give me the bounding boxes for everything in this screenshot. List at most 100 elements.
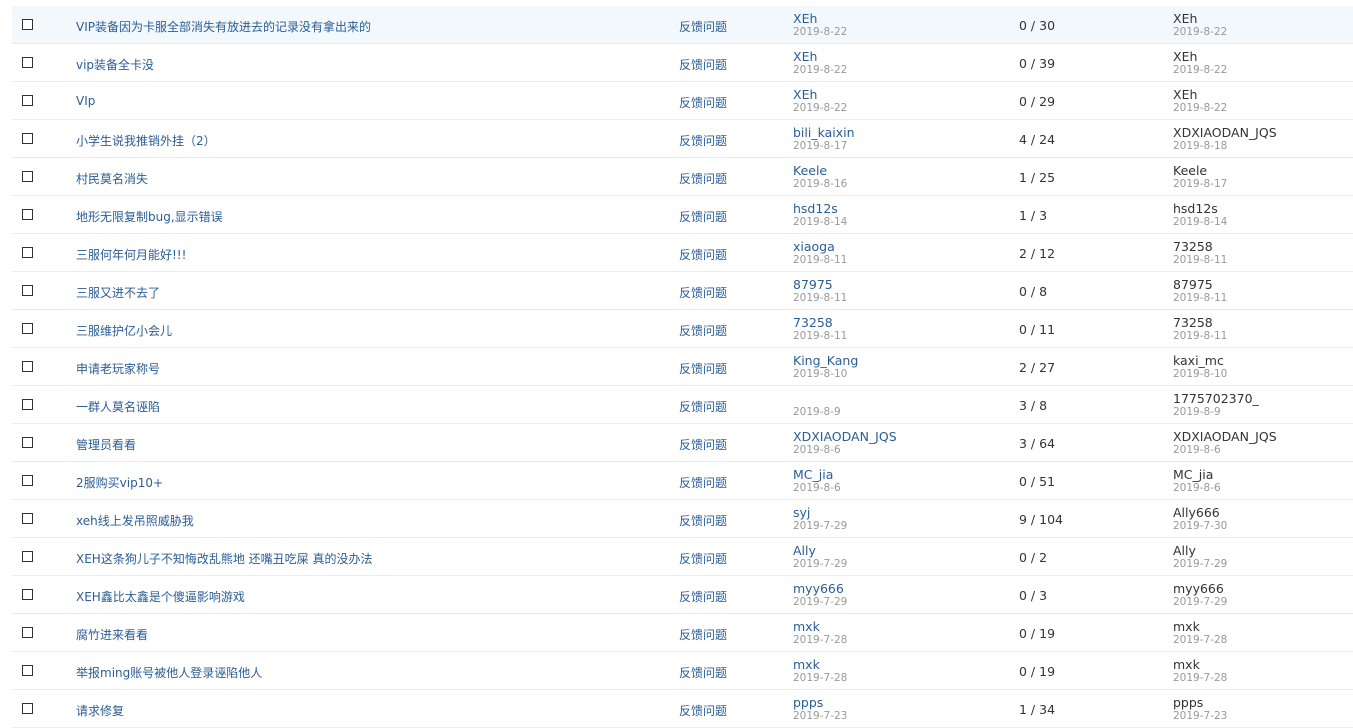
author-link[interactable]: 87975 [793, 278, 833, 292]
category-link[interactable]: 反馈问题 [679, 702, 727, 719]
select-checkbox[interactable] [22, 209, 33, 220]
select-checkbox[interactable] [22, 513, 33, 524]
select-checkbox[interactable] [22, 95, 33, 106]
select-checkbox[interactable] [22, 589, 33, 600]
author-link[interactable]: Ally [793, 544, 816, 558]
select-checkbox[interactable] [22, 133, 33, 144]
category-link[interactable]: 反馈问题 [679, 664, 727, 681]
thread-title-link[interactable]: 管理员看看 [76, 436, 136, 453]
category-link[interactable]: 反馈问题 [679, 284, 727, 301]
category-link[interactable]: 反馈问题 [679, 550, 727, 567]
category-link[interactable]: 反馈问题 [679, 18, 727, 35]
category-link[interactable]: 反馈问题 [679, 132, 727, 149]
category-link[interactable]: 反馈问题 [679, 208, 727, 225]
last-poster-link[interactable]: hsd12s [1173, 202, 1218, 216]
select-checkbox[interactable] [22, 285, 33, 296]
thread-title-link[interactable]: 腐竹进来看看 [76, 626, 148, 643]
thread-title-link[interactable]: 三服何年何月能好!!! [76, 246, 186, 263]
author-link[interactable]: bili_kaixin [793, 126, 855, 140]
last-poster-link[interactable]: XEh [1173, 12, 1197, 26]
select-checkbox[interactable] [22, 57, 33, 68]
category-link[interactable]: 反馈问题 [679, 170, 727, 187]
last-poster-link[interactable]: XEh [1173, 88, 1197, 102]
category-link[interactable]: 反馈问题 [679, 512, 727, 529]
last-poster-link[interactable]: MC_jia [1173, 468, 1213, 482]
thread-title-link[interactable]: 申请老玩家称号 [76, 360, 160, 377]
category-link[interactable]: 反馈问题 [679, 94, 727, 111]
last-poster-link[interactable]: myy666 [1173, 582, 1224, 596]
select-checkbox[interactable] [22, 171, 33, 182]
last-poster-link[interactable]: Ally666 [1173, 506, 1220, 520]
last-poster-link[interactable]: 1775702370_ [1173, 392, 1259, 406]
last-poster-link[interactable]: Ally [1173, 544, 1196, 558]
last-post-date: 2019-8-17 [1173, 178, 1228, 190]
thread-title-link[interactable]: vip装备全卡没 [76, 56, 154, 73]
thread-row: 举报ming账号被他人登录诬陷他人 反馈问题 mxk 2019-7-28 0 / 19 m… [12, 652, 1353, 690]
last-post-date: 2019-7-23 [1173, 710, 1228, 722]
select-checkbox[interactable] [22, 475, 33, 486]
category-link[interactable]: 反馈问题 [679, 436, 727, 453]
last-poster-link[interactable]: mxk [1173, 620, 1200, 634]
thread-title-link[interactable]: 举报ming账号被他人登录诬陷他人 [76, 664, 262, 681]
author-link[interactable]: ppps [793, 696, 823, 710]
author-link[interactable]: syj [793, 506, 810, 520]
category-link[interactable]: 反馈问题 [679, 626, 727, 643]
category-link[interactable]: 反馈问题 [679, 360, 727, 377]
thread-title-link[interactable]: XEH这条狗儿子不知悔改乱熊地 还嘴丑吃屎 真的没办法 [76, 550, 372, 567]
thread-title-link[interactable]: xeh线上发吊照威胁我 [76, 512, 194, 529]
last-poster-link[interactable]: Keele [1173, 164, 1207, 178]
author-link[interactable]: XEh [793, 12, 817, 26]
select-checkbox[interactable] [22, 361, 33, 372]
last-poster-link[interactable]: ppps [1173, 696, 1203, 710]
author-link[interactable]: XEh [793, 50, 817, 64]
category-link[interactable]: 反馈问题 [679, 56, 727, 73]
last-poster-link[interactable]: XEh [1173, 50, 1197, 64]
last-poster-link[interactable]: 73258 [1173, 316, 1213, 330]
author-link[interactable]: myy666 [793, 582, 844, 596]
select-checkbox[interactable] [22, 437, 33, 448]
author-link[interactable]: mxk [793, 658, 820, 672]
author-link[interactable]: mxk [793, 620, 820, 634]
select-checkbox[interactable] [22, 247, 33, 258]
category-link[interactable]: 反馈问题 [679, 474, 727, 491]
author-link[interactable]: Keele [793, 164, 827, 178]
post-date: 2019-8-11 [793, 330, 848, 342]
select-checkbox[interactable] [22, 399, 33, 410]
thread-title-link[interactable]: 请求修复 [76, 702, 124, 719]
select-checkbox[interactable] [22, 703, 33, 714]
last-poster-link[interactable]: mxk [1173, 658, 1200, 672]
category-link[interactable]: 反馈问题 [679, 398, 727, 415]
category-link[interactable]: 反馈问题 [679, 588, 727, 605]
select-checkbox[interactable] [22, 19, 33, 30]
author-link[interactable]: King_Kang [793, 354, 858, 368]
author-link[interactable]: 73258 [793, 316, 833, 330]
select-checkbox[interactable] [22, 627, 33, 638]
thread-title-link[interactable]: VIp [76, 94, 95, 108]
last-poster-link[interactable]: 87975 [1173, 278, 1213, 292]
author-link[interactable]: XEh [793, 88, 817, 102]
thread-title-link[interactable]: 地形无限复制bug,显示错误 [76, 208, 223, 225]
author-link[interactable]: XDXIAODAN_JQS [793, 430, 897, 444]
thread-title-link[interactable]: 2服购买vip10+ [76, 474, 163, 491]
last-poster-link[interactable]: kaxi_mc [1173, 354, 1224, 368]
select-checkbox[interactable] [22, 323, 33, 334]
thread-title-link[interactable]: 村民莫名消失 [76, 170, 148, 187]
select-checkbox[interactable] [22, 551, 33, 562]
category-link[interactable]: 反馈问题 [679, 246, 727, 263]
select-checkbox[interactable] [22, 665, 33, 676]
thread-title-link[interactable]: 三服又进不去了 [76, 284, 160, 301]
last-poster-link[interactable]: XDXIAODAN_JQS [1173, 126, 1277, 140]
last-post-date: 2019-8-11 [1173, 292, 1228, 304]
thread-title-link[interactable]: 三服维护亿小会儿 [76, 322, 172, 339]
author-link[interactable]: MC_jia [793, 468, 833, 482]
category-link[interactable]: 反馈问题 [679, 322, 727, 339]
thread-row: 管理员看看 反馈问题 XDXIAODAN_JQS 2019-8-6 3 / 64 XDXI… [12, 424, 1353, 462]
author-link[interactable]: hsd12s [793, 202, 838, 216]
thread-title-link[interactable]: 一群人莫名诬陷 [76, 398, 160, 415]
last-poster-link[interactable]: XDXIAODAN_JQS [1173, 430, 1277, 444]
thread-title-link[interactable]: XEH鑫比太鑫是个傻逼影响游戏 [76, 588, 245, 605]
thread-title-link[interactable]: 小学生说我推销外挂（2） [76, 132, 216, 149]
last-poster-link[interactable]: 73258 [1173, 240, 1213, 254]
thread-title-link[interactable]: VIP装备因为卡服全部消失有放进去的记录没有拿出来的 [76, 18, 371, 35]
author-link[interactable]: xiaoga [793, 240, 835, 254]
